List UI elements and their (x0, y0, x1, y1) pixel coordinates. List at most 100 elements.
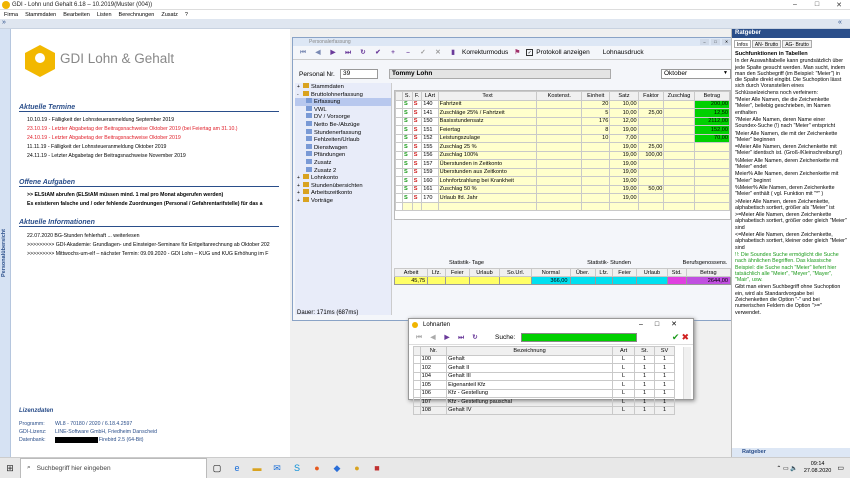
lohnart-cell[interactable]: 1 (634, 371, 656, 381)
grid-cell[interactable]: S (411, 99, 423, 109)
lohnart-cell[interactable]: 105 (419, 380, 448, 390)
grid-cell[interactable]: S (402, 184, 413, 194)
menu-item[interactable]: Bearbeiten (63, 12, 90, 18)
tree-item[interactable]: + Stammdaten (295, 83, 391, 91)
row-indicator[interactable] (394, 108, 404, 118)
confirm-icon[interactable]: ✓ (417, 47, 429, 59)
grid-cell[interactable]: 25,00 (637, 142, 665, 152)
grid-cell[interactable] (536, 159, 583, 169)
row-indicator[interactable] (413, 405, 421, 415)
lohnart-row[interactable]: 105 Eigenanteil Kfz L 1 1 (413, 380, 675, 390)
grid-row[interactable]: S S 140 Fahrtzeit 20 10,00 200,00 (394, 99, 731, 109)
grid-row[interactable]: S S 155 Zuschlag 25 % 19,00 25,00 (394, 142, 731, 152)
grid-cell[interactable] (411, 201, 423, 211)
grid-cell[interactable] (637, 116, 665, 126)
grid-cell[interactable]: 152 (421, 133, 439, 143)
row-indicator[interactable] (394, 150, 404, 160)
grid-cell[interactable] (581, 167, 611, 177)
grid-cell[interactable] (536, 116, 583, 126)
lohnart-cell[interactable]: L (612, 397, 636, 407)
row-indicator[interactable] (413, 363, 421, 373)
min-icon[interactable]: – (700, 39, 709, 45)
last-record-icon[interactable]: ⏭ (342, 47, 354, 59)
grid-row[interactable]: S S 170 Urlaub lfd. Jahr 19,00 (394, 193, 731, 203)
tree-item[interactable]: Netto Be-/Abzüge (295, 120, 391, 129)
grid-cell[interactable]: Zuschläge 25% / Fahrtzeit (437, 108, 538, 118)
grid-row[interactable]: S S 150 Basisstundensatz 176 12,00 2112,00 (394, 116, 731, 126)
grid-cell[interactable]: Zuschlag 100% (437, 150, 538, 160)
grid-cell[interactable] (637, 99, 665, 109)
grid-cell[interactable] (536, 193, 583, 203)
row-indicator[interactable] (394, 193, 404, 203)
tree-item[interactable]: Erfassung (295, 98, 391, 106)
info-item[interactable]: 22.07.2020 BG-Stunden fehlerhaft ... wei… (27, 233, 291, 242)
grid-cell[interactable] (693, 184, 731, 194)
grid-cell[interactable]: 12,00 (609, 116, 639, 126)
edge-icon[interactable]: e (227, 463, 247, 473)
tree-item[interactable]: + Vorträge (295, 196, 391, 205)
lohnart-cell[interactable]: 1 (654, 371, 675, 381)
grid-cell[interactable]: 155 (421, 142, 439, 152)
row-indicator[interactable] (394, 125, 404, 135)
row-indicator[interactable] (413, 397, 421, 407)
grid-cell[interactable] (637, 193, 665, 203)
korrektur-icon[interactable]: ▮ (447, 47, 459, 59)
grid-cell[interactable]: 19,00 (609, 176, 639, 186)
grid-cell[interactable]: Zuschlag 50 % (437, 184, 538, 194)
grid-cell[interactable]: 157 (421, 159, 439, 169)
grid-cell[interactable] (581, 142, 611, 152)
lohnart-cell[interactable]: 1 (634, 354, 656, 364)
row-indicator[interactable] (413, 354, 421, 364)
gdi-app-icon[interactable]: ● (347, 463, 367, 473)
grid-cell[interactable]: Fahrtzeit (437, 99, 538, 109)
grid-cell[interactable] (663, 176, 695, 186)
grid-cell[interactable]: 19,00 (609, 184, 639, 194)
row-indicator[interactable] (413, 380, 421, 390)
grid-row[interactable]: S S 141 Zuschläge 25% / Fahrtzeit 5 10,00 25,0… (394, 108, 731, 118)
minimize-icon[interactable]: – (784, 1, 806, 9)
grid-cell[interactable]: S (411, 150, 423, 160)
grid-cell[interactable] (536, 108, 583, 118)
grid-cell[interactable]: S (402, 99, 413, 109)
lohnart-cell[interactable]: L (612, 371, 636, 381)
grid-cell[interactable]: 152,00 (693, 125, 731, 135)
grid-cell[interactable]: S (411, 125, 423, 135)
lohnart-cell[interactable]: Gehalt III (446, 371, 614, 381)
delete-icon[interactable]: – (402, 47, 414, 59)
ratgeber-tab[interactable]: AG- Brutto (782, 40, 812, 48)
first-record-icon[interactable]: ⏮ (413, 332, 425, 344)
grid-cell[interactable]: 20 (581, 99, 611, 109)
lohnart-row[interactable]: 108 Gehalt IV L 1 1 (413, 405, 675, 415)
tree-item[interactable]: Dienstwagen (295, 143, 391, 152)
grid-cell[interactable]: Zuschlag 25 % (437, 142, 538, 152)
tree-item[interactable]: Pfändungen (295, 151, 391, 159)
lohnart-cell[interactable]: 104 (419, 371, 448, 381)
grid-cell[interactable]: S (411, 159, 423, 169)
skype-icon[interactable]: S (287, 463, 307, 473)
grid-cell[interactable]: S (411, 142, 423, 152)
notification-icon[interactable]: ▭ (837, 464, 844, 472)
grid-cell[interactable]: 161 (421, 184, 439, 194)
first-record-icon[interactable]: ⏮ (297, 47, 309, 59)
grid-cell[interactable]: 176 (581, 116, 611, 126)
grid-cell[interactable]: 160 (421, 176, 439, 186)
grid-cell[interactable] (609, 201, 639, 211)
grid-cell[interactable] (536, 142, 583, 152)
chevron-right-icon[interactable]: » (2, 19, 6, 26)
insert-icon[interactable]: + (387, 47, 399, 59)
grid-cell[interactable]: 10,00 (609, 108, 639, 118)
grid-cell[interactable]: 170 (421, 193, 439, 203)
grid-cell[interactable] (581, 150, 611, 160)
tree-item[interactable]: + Arbeitszeitkonto (295, 189, 391, 197)
lohnart-cell[interactable]: L (612, 405, 636, 415)
tree-item[interactable]: Zusatz 2 (295, 166, 391, 175)
personal-nr-input[interactable]: 39 (340, 69, 378, 79)
grid-cell[interactable] (663, 125, 695, 135)
aufgabe-item[interactable]: >> ELStAM abrufen (ELStAM müssen mind. 1… (27, 192, 287, 201)
tree-item[interactable]: Fehlzeiten/Urlaub (295, 136, 391, 144)
grid-cell[interactable]: Überstunden in Zeitkonto (437, 159, 538, 169)
lohnart-cell[interactable]: 1 (634, 380, 656, 390)
grid-cell[interactable] (693, 176, 731, 186)
grid-cell[interactable]: S (411, 108, 423, 118)
grid-cell[interactable]: S (402, 176, 413, 186)
